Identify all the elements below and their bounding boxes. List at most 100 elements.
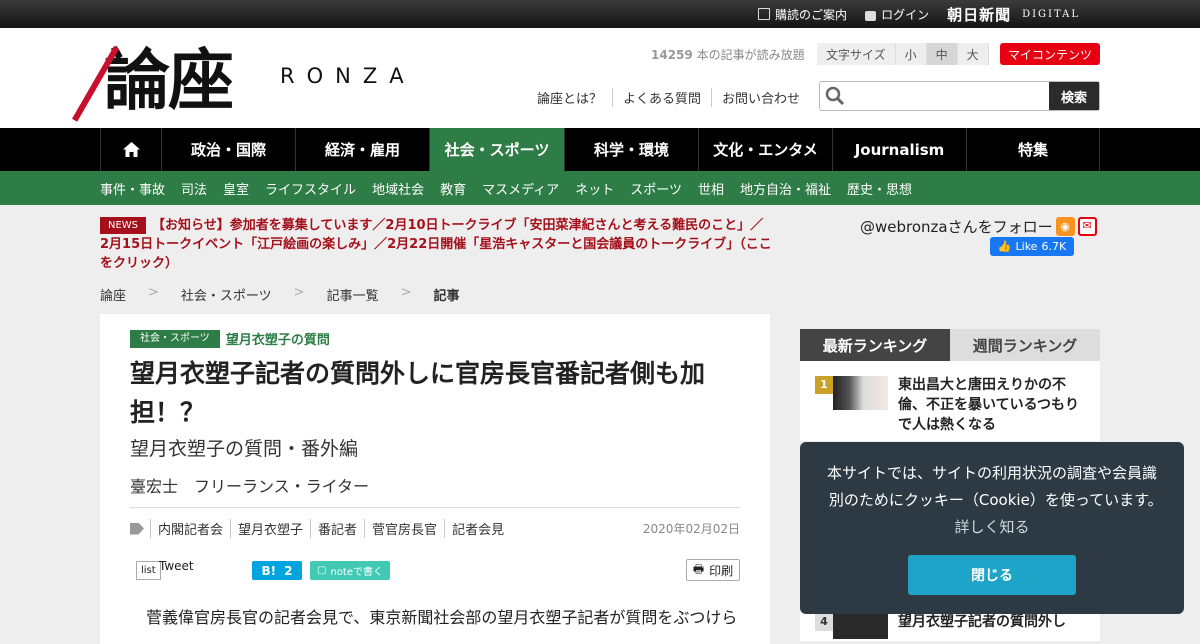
mail-icon[interactable]: ✉ <box>1077 217 1097 236</box>
sub-nav: 事件・事故 司法 皇室 ライフスタイル 地域社会 教育 マスメディア ネット ス… <box>0 171 1200 205</box>
nav-tab-journalism[interactable]: Journalism <box>832 128 966 171</box>
subnav-item[interactable]: 歴史・思想 <box>847 179 912 198</box>
breadcrumb-list[interactable]: 記事一覧 <box>327 285 379 304</box>
search-button[interactable]: 検索 <box>1049 82 1099 110</box>
subnav-item[interactable]: 世相 <box>698 179 724 198</box>
tweet-list-link[interactable]: list <box>136 561 161 580</box>
tag-icon <box>130 522 144 535</box>
breadcrumb: 論座 > 社会・スポーツ > 記事一覧 > 記事 <box>100 285 460 304</box>
print-label: 印刷 <box>709 563 734 578</box>
asahi-digital-logo[interactable]: 朝日新聞 DIGITAL <box>947 4 1080 25</box>
article-title: 望月衣塑子記者の質問外しに官房長官番記者側も加担！？ <box>130 359 706 427</box>
lock-icon <box>865 11 877 21</box>
digital-logo-text: DIGITAL <box>1022 8 1080 20</box>
article-count-text: 本の記事が読み放題 <box>692 48 805 62</box>
nav-home[interactable] <box>100 128 161 171</box>
nav-tab-society-sports[interactable]: 社会・スポーツ <box>429 128 564 171</box>
subnav-item[interactable]: ネット <box>575 179 614 198</box>
breadcrumb-category[interactable]: 社会・スポーツ <box>181 285 272 304</box>
subnav-item[interactable]: マスメディア <box>482 179 559 198</box>
tag-link[interactable]: 内閣記者会 <box>150 519 230 538</box>
breadcrumb-home[interactable]: 論座 <box>100 285 126 304</box>
facebook-icon: 👍 <box>997 240 1012 253</box>
logo-latin: RONZA <box>280 64 416 88</box>
subscribe-link[interactable]: 購読のご案内 <box>758 6 847 23</box>
subnav-item[interactable]: ライフスタイル <box>265 179 356 198</box>
hatena-icon: B! <box>261 563 277 578</box>
nav-tab-economy[interactable]: 経済・雇用 <box>295 128 429 171</box>
news-announcement[interactable]: NEWS 【お知らせ】参加者を募集しています／2月10日トークライブ「安田菜津紀さ… <box>100 216 772 273</box>
rank-number: 4 <box>815 613 833 631</box>
article-body: 菅義偉官房長官の記者会見で、東京新聞社会部の望月衣塑子記者が質問をぶつけら <box>146 608 738 627</box>
note-label: noteで書く <box>330 567 383 578</box>
fb-like-label: Like <box>1015 240 1038 253</box>
article-subtitle: 望月衣塑子の質問・番外編 <box>130 438 359 460</box>
subnav-item[interactable]: 教育 <box>440 179 466 198</box>
fb-like-count: 6.7K <box>1041 240 1067 253</box>
category-badge[interactable]: 社会・スポーツ <box>130 329 220 348</box>
asahi-logo-text: 朝日新聞 <box>947 5 1012 24</box>
font-size-selector: 文字サイズ 小 中 大 <box>817 43 989 65</box>
cookie-close-button[interactable]: 閉じる <box>908 555 1076 595</box>
about-link[interactable]: 論座とは？ <box>537 88 612 107</box>
news-badge: NEWS <box>100 217 147 234</box>
tag-link[interactable]: 番記者 <box>310 519 364 538</box>
share-bar: list Tweet B! 2 ▢ noteで書く 🖶 印刷 <box>130 557 740 587</box>
article: 社会・スポーツ 望月衣塑子の質問 望月衣塑子記者の質問外しに官房長官番記者側も加… <box>100 314 770 644</box>
search-input[interactable] <box>850 82 1049 110</box>
logo-kanji: 論座 <box>104 41 234 119</box>
tag-link[interactable]: 記者会見 <box>444 519 511 538</box>
breadcrumb-current: 記事 <box>433 289 460 304</box>
facebook-like-button[interactable]: 👍 Like 6.7K <box>990 237 1074 256</box>
tab-weekly-ranking[interactable]: 週間ランキング <box>950 329 1100 361</box>
nav-tab-politics[interactable]: 政治・国際 <box>161 128 295 171</box>
rank-number: 1 <box>815 376 833 394</box>
news-text: 【お知らせ】参加者を募集しています／2月10日トークライブ「安田菜津紀さんと考え… <box>100 218 772 271</box>
subnav-item[interactable]: スポーツ <box>630 179 682 198</box>
series-link[interactable]: 望月衣塑子の質問 <box>226 329 330 348</box>
article-count: 14259 本の記事が読み放題 <box>651 46 805 63</box>
subnav-item[interactable]: 地域社会 <box>372 179 424 198</box>
rank-title: 望月衣塑子記者の質問外し <box>898 614 1066 630</box>
nav-tab-culture[interactable]: 文化・エンタメ <box>698 128 832 171</box>
ranking-item[interactable]: 1 東出昌大と唐田えりかの不倫、不正を暴いているつもりで人は熱くなる <box>800 361 1100 441</box>
faq-link[interactable]: よくある質問 <box>612 88 711 107</box>
contact-link[interactable]: お問い合わせ <box>711 88 810 107</box>
nav-tab-special[interactable]: 特集 <box>966 128 1100 171</box>
tag-link[interactable]: 望月衣塑子 <box>230 519 310 538</box>
tab-latest-ranking[interactable]: 最新ランキング <box>800 329 950 361</box>
cookie-message-block: 本サイトでは、サイトの利用状況の調査や会員識別のためにクッキー（Cookie）を… <box>820 460 1164 541</box>
home-icon <box>122 142 140 157</box>
search-icon <box>820 82 850 110</box>
print-button[interactable]: 🖶 印刷 <box>686 559 740 581</box>
font-size-small-button[interactable]: 小 <box>895 43 927 65</box>
ronza-logo[interactable]: 論座 RONZA <box>72 36 444 126</box>
my-contents-button[interactable]: マイコンテンツ <box>1000 43 1100 65</box>
note-icon: ▢ <box>317 565 327 576</box>
login-link[interactable]: ログイン <box>865 6 929 23</box>
article-count-number: 14259 <box>651 48 693 62</box>
tag-row: 内閣記者会 望月衣塑子 番記者 菅官房長官 記者会見 2020年02月02日 <box>130 507 740 549</box>
main-nav: 政治・国際 経済・雇用 社会・スポーツ 科学・環境 文化・エンタメ Journa… <box>0 128 1200 171</box>
tag-link[interactable]: 菅官房長官 <box>364 519 444 538</box>
font-size-large-button[interactable]: 大 <box>957 43 989 65</box>
note-button[interactable]: ▢ noteで書く <box>310 561 390 580</box>
rank-title: 東出昌大と唐田えりかの不倫、不正を暴いているつもりで人は熱くなる <box>898 377 1080 433</box>
nav-tab-science[interactable]: 科学・環境 <box>564 128 698 171</box>
subnav-item[interactable]: 司法 <box>181 179 207 198</box>
subnav-item[interactable]: 地方自治・福祉 <box>740 179 831 198</box>
breadcrumb-separator: > <box>148 285 159 300</box>
cookie-more-link[interactable]: 詳しく知る <box>954 518 1029 536</box>
login-label: ログイン <box>881 7 930 22</box>
article-category: 社会・スポーツ 望月衣塑子の質問 <box>130 329 330 348</box>
hatena-bookmark-button[interactable]: B! 2 <box>252 561 302 580</box>
rss-icon[interactable]: ◉ <box>1055 217 1075 236</box>
subnav-item[interactable]: 事件・事故 <box>100 179 165 198</box>
subnav-item[interactable]: 皇室 <box>223 179 249 198</box>
font-size-medium-button[interactable]: 中 <box>926 43 958 65</box>
breadcrumb-separator: > <box>293 285 305 300</box>
tweet-button[interactable]: Tweet <box>159 559 194 573</box>
twitter-follow[interactable]: @webronzaさんをフォロー ◉ ✉ <box>860 216 1097 237</box>
article-author: 臺宏士 フリーランス・ライター <box>130 477 370 496</box>
breadcrumb-separator: > <box>400 285 412 300</box>
